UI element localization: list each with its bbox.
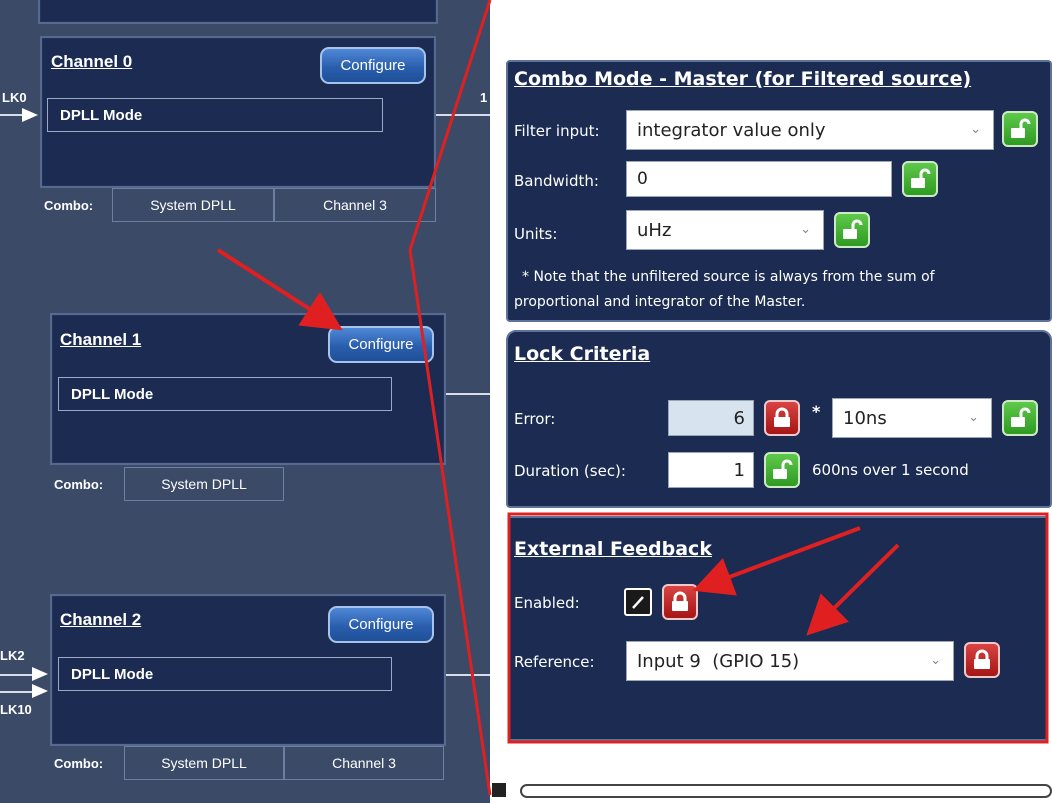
combo-cell-system-dpll[interactable]: System DPLL [124, 746, 284, 780]
unlocked-padlock-icon[interactable] [834, 212, 870, 248]
locked-padlock-icon[interactable] [964, 642, 1000, 678]
channel-box-partial [38, 0, 438, 24]
channel-0-title[interactable]: Channel 0 [51, 52, 132, 72]
filter-input-select[interactable]: integrator value only ⌄ [626, 110, 994, 150]
pin-label-lk10: LK10 [0, 702, 32, 717]
scroll-left-icon[interactable] [492, 783, 506, 797]
combo-label: Combo: [44, 197, 94, 213]
arrow-right-icon [22, 108, 38, 122]
reference-value: Input 9 (GPIO 15) [637, 650, 800, 672]
combo-label: Combo: [54, 755, 104, 771]
error-unit-select[interactable]: 10ns ⌄ [832, 398, 992, 438]
channel-2-configure-button[interactable]: Configure [328, 606, 434, 643]
combo-master-title: Combo Mode - Master (for Filtered source… [514, 68, 972, 90]
units-select[interactable]: uHz ⌄ [626, 210, 824, 250]
checkmark-icon [632, 596, 644, 609]
output-wire [446, 674, 490, 676]
channel-2-combo-row: Combo: System DPLL Channel 3 [50, 746, 444, 780]
channel-0-configure-button[interactable]: Configure [320, 47, 426, 84]
locked-padlock-icon[interactable] [662, 584, 698, 620]
combo-cell-channel-3[interactable]: Channel 3 [274, 188, 436, 222]
channel-1-combo-row: Combo: System DPLL [50, 467, 284, 501]
unlocked-padlock-icon[interactable] [902, 161, 938, 197]
error-input: 6 [668, 400, 754, 436]
error-label: Error: [514, 410, 556, 428]
pin-label-out-1: 1 [480, 90, 488, 105]
channel-1-title[interactable]: Channel 1 [60, 330, 141, 350]
units-label: Units: [514, 225, 558, 243]
duration-summary: 600ns over 1 second [812, 461, 969, 479]
channel-diagram-canvas: Channel 0 Configure DPLL Mode Combo: Sys… [0, 0, 490, 803]
locked-padlock-icon[interactable] [764, 400, 800, 436]
channel-0-combo-row: Combo: System DPLL Channel 3 [40, 188, 436, 222]
pin-label-lk2: LK2 [0, 648, 25, 663]
unlocked-padlock-icon[interactable] [1002, 400, 1038, 436]
combo-note-line-2: proportional and integrator of the Maste… [514, 294, 806, 310]
combo-cell-channel-3[interactable]: Channel 3 [284, 746, 444, 780]
reference-label: Reference: [514, 653, 595, 671]
reference-select[interactable]: Input 9 (GPIO 15) ⌄ [626, 641, 954, 681]
enabled-checkbox[interactable] [624, 588, 652, 616]
error-multiplier: * [812, 402, 821, 421]
duration-input[interactable]: 1 [668, 452, 754, 488]
channel-2-mode-field: DPLL Mode [58, 657, 392, 691]
combo-label: Combo: [54, 476, 104, 492]
combo-note-line-1: * Note that the unfiltered source is alw… [522, 269, 935, 285]
arrow-right-icon [32, 667, 48, 681]
duration-label: Duration (sec): [514, 462, 626, 480]
lock-criteria-title: Lock Criteria [514, 343, 651, 365]
bandwidth-label: Bandwidth: [514, 172, 599, 190]
unlocked-padlock-icon[interactable] [764, 452, 800, 488]
channel-2-title[interactable]: Channel 2 [60, 610, 141, 630]
chevron-down-icon: ⌄ [930, 652, 941, 668]
bandwidth-value: 0 [637, 169, 648, 189]
error-unit-value: 10ns [843, 407, 887, 429]
configuration-panel: Combo Mode - Master (for Filtered source… [490, 0, 1052, 803]
arrow-right-icon [32, 684, 48, 698]
filter-input-label: Filter input: [514, 122, 600, 140]
output-wire [446, 393, 490, 395]
horizontal-scrollbar[interactable] [490, 776, 1052, 803]
channel-1-mode-field: DPLL Mode [58, 377, 392, 411]
input-wire [0, 114, 24, 116]
input-wire [0, 674, 32, 676]
unlocked-padlock-icon[interactable] [1002, 111, 1038, 147]
combo-cell-system-dpll[interactable]: System DPLL [112, 188, 274, 222]
channel-1-configure-button[interactable]: Configure [328, 326, 434, 363]
input-wire [0, 691, 32, 693]
chevron-down-icon: ⌄ [968, 409, 979, 425]
error-value: 6 [733, 407, 745, 429]
external-feedback-title: External Feedback [514, 538, 712, 560]
pin-label-lk0: LK0 [2, 90, 27, 105]
filter-input-value: integrator value only [637, 119, 826, 141]
units-value: uHz [637, 219, 672, 241]
combo-cell-system-dpll[interactable]: System DPLL [124, 467, 284, 501]
duration-value: 1 [733, 459, 745, 481]
channel-0-mode-field: DPLL Mode [47, 98, 383, 132]
output-wire [436, 114, 490, 116]
scrollbar-thumb[interactable] [520, 784, 1052, 798]
enabled-label: Enabled: [514, 594, 580, 612]
chevron-down-icon: ⌄ [970, 121, 981, 137]
bandwidth-input[interactable]: 0 [626, 161, 892, 197]
chevron-down-icon: ⌄ [800, 221, 811, 237]
